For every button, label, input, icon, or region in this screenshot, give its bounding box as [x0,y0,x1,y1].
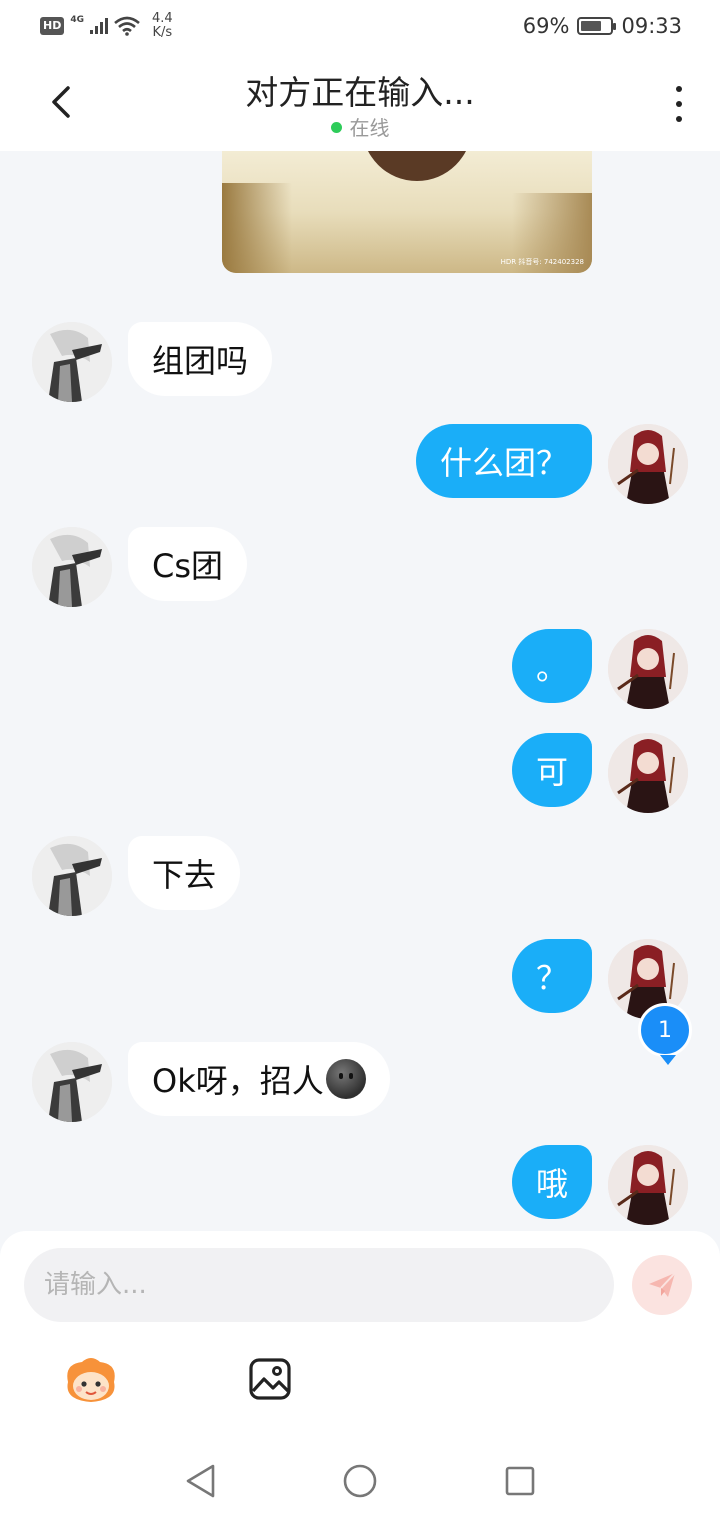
message-bubble[interactable]: 哦 [511,1145,592,1219]
battery-percent: 69% [522,14,570,38]
image-watermark: HDR 抖音号: 742402328 [500,258,584,266]
my-avatar[interactable] [608,629,688,709]
message-bubble[interactable]: 组团吗 [128,322,273,396]
network-type: 4G [70,15,84,25]
network-speed-value: 4.4 [152,11,173,26]
status-right: 69% 09:33 [523,14,682,38]
message-bubble[interactable]: Cs团 [128,527,248,601]
hd-badge: HD [40,17,65,35]
network-speed: 4.4 K/s [152,12,173,40]
battery-icon [577,17,617,35]
emoji-sticker-icon [67,1358,115,1402]
status-left: HD 4G 4.4 K/s [40,12,173,40]
battery-fill [581,21,601,31]
peer-avatar[interactable] [32,1042,112,1122]
network-speed-unit: K/s [152,25,173,40]
message-bubble[interactable]: 可 [511,733,592,807]
page-title: 对方正在输入... [245,73,475,112]
clock: 09:33 [621,14,682,38]
image-picker-button[interactable] [248,1357,292,1401]
message-input[interactable] [24,1248,614,1322]
emoji-sticker-button[interactable] [62,1356,120,1404]
nav-recents-button[interactable] [504,1465,536,1501]
system-nav-bar [0,1441,720,1520]
send-button[interactable] [632,1255,692,1315]
peer-avatar[interactable] [32,322,112,402]
peer-avatar[interactable] [32,836,112,916]
more-vertical-icon [676,86,682,92]
message-bubble[interactable]: 什么团？ [415,424,592,498]
message-text: Ok呀，招人 [152,1062,324,1100]
chat-header: 对方正在输入... 在线 [0,56,720,151]
my-avatar[interactable] [608,1145,688,1225]
message-bubble[interactable]: 。 [511,629,592,703]
circle-home-icon [343,1464,377,1498]
chat-message-list[interactable]: HDR 抖音号: 742402328 组团吗 什么团？ Cs团 。 可 下去 ？… [0,151,720,1231]
my-avatar[interactable] [608,733,688,813]
unread-badge[interactable]: 1 [638,1003,692,1065]
input-panel [0,1231,720,1441]
status-bar: HD 4G 4.4 K/s 69% 09:33 [0,0,720,56]
wifi-icon [114,16,140,36]
online-status: 在线 [0,112,720,141]
message-bubble[interactable]: ？ [511,939,592,1013]
my-avatar[interactable] [608,424,688,504]
more-options-button[interactable] [674,86,684,122]
online-status-label: 在线 [349,116,390,140]
smiling-face-emoji-icon [325,1059,366,1099]
online-dot-icon [330,122,342,133]
message-bubble[interactable]: Ok呀，招人 [128,1042,390,1116]
message-bubble[interactable]: 下去 [128,836,241,910]
send-icon [649,1272,676,1297]
nav-home-button[interactable] [342,1463,378,1503]
signal-icon [90,18,108,34]
peer-avatar[interactable] [32,527,112,607]
image-message[interactable]: HDR 抖音号: 742402328 [222,151,592,273]
square-recents-icon [505,1466,535,1496]
image-icon [249,1358,291,1400]
triangle-back-icon [186,1464,215,1498]
nav-back-button[interactable] [184,1463,218,1503]
